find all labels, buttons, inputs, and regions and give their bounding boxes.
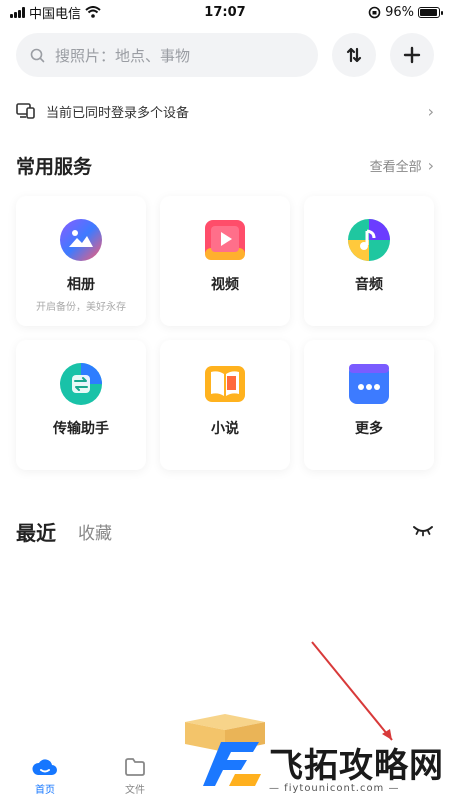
watermark: 飞拓攻略网 — fiytounicont.com — <box>201 738 444 794</box>
novel-icon <box>205 366 245 402</box>
nav-label: 文件 <box>125 785 145 796</box>
hide-toggle-button[interactable] <box>412 522 434 541</box>
card-label: 更多 <box>355 421 383 437</box>
devices-icon <box>16 103 35 119</box>
service-card-novel[interactable]: 小说 <box>160 340 290 470</box>
wifi-icon <box>85 6 101 18</box>
service-card-more[interactable]: 更多 <box>304 340 434 470</box>
services-header: 常用服务 查看全部 › <box>16 150 434 180</box>
sort-arrows-icon <box>346 47 362 63</box>
service-card-video[interactable]: 视频 <box>160 196 290 326</box>
search-input[interactable]: 搜照片：地点、事物 <box>16 33 318 77</box>
album-icon <box>60 219 102 261</box>
more-icon <box>349 364 389 404</box>
closed-eye-icon <box>413 525 433 536</box>
services-grid: 相册 开启备份，美好永存 视频 音频 传输助手 小说 更多 <box>16 196 434 470</box>
battery-percent: 96% <box>385 4 414 20</box>
add-button[interactable] <box>390 33 434 77</box>
transfer-icon <box>60 363 102 405</box>
card-label: 小说 <box>211 421 239 437</box>
watermark-title: 飞拓攻略网 <box>269 746 444 786</box>
top-bar: 搜照片：地点、事物 <box>16 33 434 77</box>
battery-icon <box>418 6 443 18</box>
card-label: 相册 <box>67 277 95 293</box>
search-placeholder: 搜照片：地点、事物 <box>55 46 191 65</box>
recent-tabs: 最近 收藏 <box>16 514 434 548</box>
card-subtitle: 开启备份，美好永存 <box>36 302 126 313</box>
status-right: 96% <box>368 4 443 20</box>
section-title: 常用服务 <box>16 155 93 178</box>
card-label: 传输助手 <box>53 421 109 437</box>
watermark-text: 飞拓攻略网 — fiytounicont.com — <box>269 749 444 794</box>
view-all-label: 查看全部 <box>369 159 422 175</box>
card-label: 视频 <box>211 277 239 293</box>
status-left: 中国电信 <box>10 3 101 22</box>
service-card-transfer[interactable]: 传输助手 <box>16 340 146 470</box>
carrier-name: 中国电信 <box>29 6 82 22</box>
device-notice-text: 当前已同时登录多个设备 <box>46 105 190 121</box>
red-arrow-annotation <box>311 641 393 741</box>
multi-device-notice[interactable]: 当前已同时登录多个设备 › <box>16 96 434 126</box>
folder-icon <box>125 758 145 776</box>
tab-favorites[interactable]: 收藏 <box>78 519 112 544</box>
watermark-logo <box>203 742 261 786</box>
card-label: 音频 <box>355 277 383 293</box>
chevron-right-icon: › <box>427 155 434 175</box>
battery-level <box>420 8 438 16</box>
plus-icon <box>403 46 421 64</box>
nav-label: 首页 <box>35 785 55 796</box>
signal-icon <box>10 6 25 18</box>
tab-recent[interactable]: 最近 <box>16 517 56 546</box>
service-card-audio[interactable]: 音频 <box>304 196 434 326</box>
video-icon <box>205 220 245 260</box>
chevron-right-icon: › <box>427 101 434 121</box>
cloud-home-icon <box>32 759 57 775</box>
nav-files[interactable]: 文件 <box>90 757 180 796</box>
search-icon <box>30 48 45 62</box>
service-card-album[interactable]: 相册 开启备份，美好永存 <box>16 196 146 326</box>
orientation-lock-icon <box>368 6 381 18</box>
view-all-link[interactable]: 查看全部 › <box>370 156 434 175</box>
nav-home[interactable]: 首页 <box>0 755 90 796</box>
transfer-list-button[interactable] <box>332 33 376 77</box>
watermark-url: — fiytounicont.com — <box>269 783 400 794</box>
audio-icon <box>348 219 390 261</box>
status-bar: 中国电信 17:07 96% <box>0 0 450 24</box>
